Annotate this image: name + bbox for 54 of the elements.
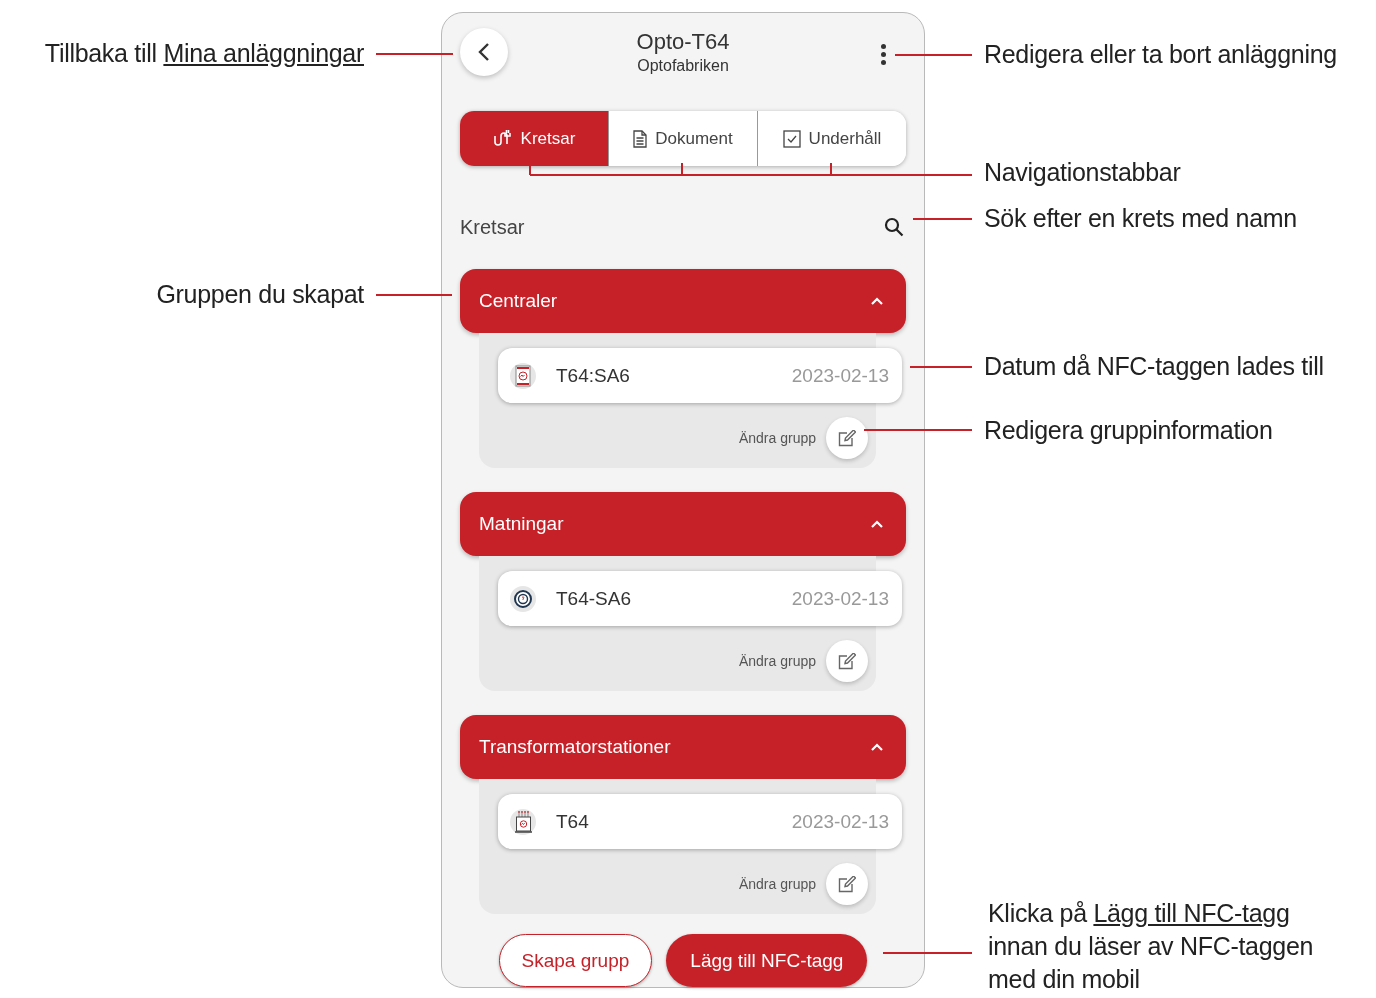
plug-cable-icon <box>492 129 513 148</box>
group-header[interactable]: Matningar <box>460 492 906 556</box>
edit-group-label: Ändra grupp <box>738 876 816 892</box>
more-menu-icon[interactable] <box>879 42 888 67</box>
edit-group-label: Ändra grupp <box>738 653 816 669</box>
circuit-name: T64 <box>556 810 590 833</box>
checkbox-icon <box>782 129 801 148</box>
link-text: Mina anläggningar <box>163 39 364 67</box>
edit-group-button[interactable] <box>826 640 868 682</box>
tab[interactable]: Underhåll <box>757 111 906 166</box>
callout-text: Redigera gruppinformation <box>984 415 1273 446</box>
callout-text: Navigationstabbar <box>984 157 1181 188</box>
chevron-icon <box>870 296 884 306</box>
back-button[interactable] <box>460 28 508 76</box>
electrical-panel-icon <box>510 362 536 389</box>
meter-gauge-icon <box>510 585 536 612</box>
group-header[interactable]: Transformatorstationer <box>460 715 906 779</box>
circuit-name: T64:SA6 <box>556 364 631 387</box>
circuit-date: 2023-02-13 <box>791 364 889 387</box>
circuit-item[interactable]: T64 2023-02-13 <box>498 794 902 849</box>
circuit-name: T64-SA6 <box>556 587 632 610</box>
circuit-date: 2023-02-13 <box>791 810 889 833</box>
callout-text: Datum då NFC-taggen lades till <box>984 351 1324 382</box>
leader-line <box>909 366 973 368</box>
link-text: Lägg till NFC-tagg <box>1093 899 1290 927</box>
tab[interactable]: Dokument <box>608 111 757 166</box>
circuit-item[interactable]: T64-SA6 2023-02-13 <box>498 571 902 626</box>
group-header[interactable]: Centraler <box>460 269 906 333</box>
callout-text: Sök efter en krets med namn <box>984 203 1297 234</box>
section-title: Kretsar <box>460 215 525 239</box>
callout-text: Tillbaka till Mina anläggningar <box>44 38 364 69</box>
chevron-icon <box>870 519 884 529</box>
edit-icon <box>838 875 856 893</box>
callout-text: Gruppen du skapat <box>156 279 364 310</box>
facility-title: Opto-T64 <box>636 28 730 56</box>
document-icon <box>633 129 648 148</box>
search-icon[interactable] <box>884 217 904 238</box>
edit-group-label: Ändra grupp <box>738 430 816 446</box>
leader-line <box>912 218 973 220</box>
add-nfc-tag-button[interactable]: Lägg till NFC-tagg <box>666 934 868 987</box>
circuit-date: 2023-02-13 <box>791 587 889 610</box>
chevron-icon <box>870 742 884 752</box>
edit-group-button[interactable] <box>826 863 868 905</box>
edit-icon <box>838 429 856 447</box>
edit-group-button[interactable] <box>826 417 868 459</box>
back-chevron-icon <box>478 42 490 62</box>
edit-icon <box>838 652 856 670</box>
transformer-icon <box>510 808 536 835</box>
callout-text: Klicka på Lägg till NFC-tagg innan du läser av NFC-taggen med din mobil <box>988 898 1315 995</box>
tab[interactable]: Kretsar <box>460 111 608 166</box>
facility-subtitle: Optofabriken <box>637 56 729 76</box>
circuit-item[interactable]: T64:SA6 2023-02-13 <box>498 348 902 403</box>
create-group-button[interactable]: Skapa grupp <box>498 934 653 987</box>
callout-text: Redigera eller ta bort anläggning <box>984 39 1337 70</box>
